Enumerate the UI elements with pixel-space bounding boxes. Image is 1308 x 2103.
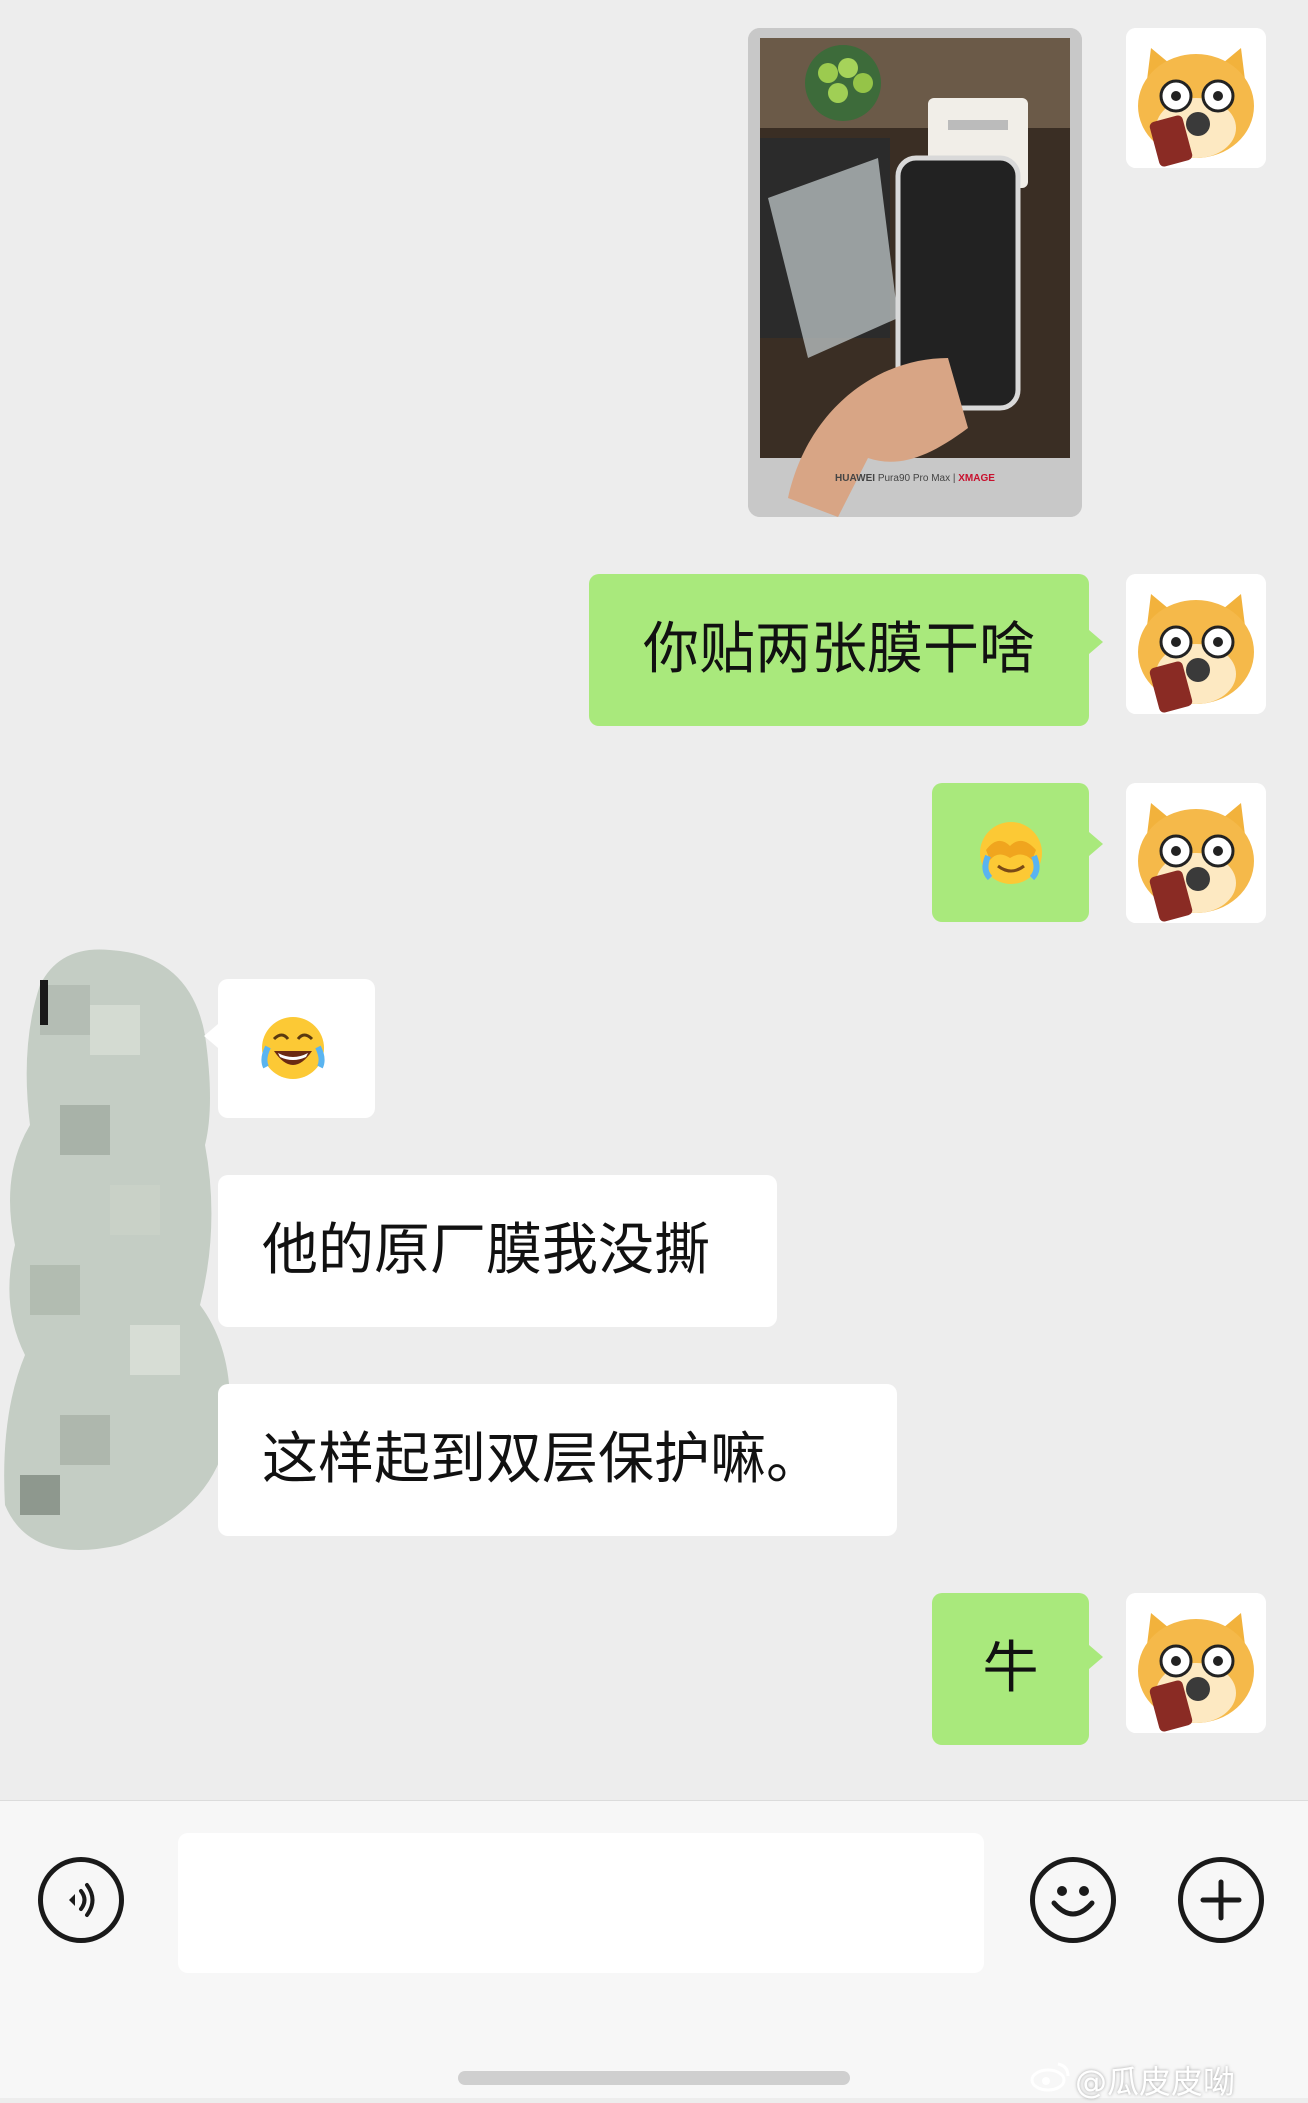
my-avatar[interactable] xyxy=(1126,28,1266,168)
message-input[interactable] xyxy=(178,1833,984,1973)
weibo-logo-icon xyxy=(1030,2062,1070,2092)
my-text-bubble[interactable]: 你贴两张膜干啥 xyxy=(589,574,1089,726)
message-text: 这样起到双层保护嘛。 xyxy=(262,1427,822,1492)
shiba-avatar-icon xyxy=(1126,574,1266,714)
watermark: @瓜皮皮呦 xyxy=(1075,2063,1236,2101)
voice-icon xyxy=(69,1883,95,1917)
home-indicator xyxy=(458,2071,850,2085)
input-bar xyxy=(0,1800,1308,2098)
shiba-avatar-icon xyxy=(1126,783,1266,923)
caption-model: Pura90 Pro Max xyxy=(877,473,951,484)
my-emoji-bubble[interactable] xyxy=(932,783,1089,922)
plus-icon xyxy=(1200,1879,1242,1921)
face-with-tears-of-joy-icon xyxy=(261,1017,325,1079)
bubble-tail xyxy=(1089,630,1103,654)
their-text-bubble[interactable]: 他的原厂膜我没撕 xyxy=(218,1175,777,1327)
emoji-icon xyxy=(1051,1886,1095,1917)
chat-area: HUAWEI Pura90 Pro Max | XMAGE 你贴两张膜干啥 他的… xyxy=(0,0,1308,1800)
photo-caption: HUAWEI Pura90 Pro Max | XMAGE xyxy=(748,473,1082,484)
my-avatar[interactable] xyxy=(1126,574,1266,714)
my-avatar[interactable] xyxy=(1126,783,1266,923)
my-avatar[interactable] xyxy=(1126,1593,1266,1733)
caption-separator: | xyxy=(952,473,956,484)
my-text-bubble[interactable]: 牛 xyxy=(932,1593,1089,1745)
shiba-avatar-icon xyxy=(1126,28,1266,168)
plus-button[interactable] xyxy=(1178,1857,1264,1943)
their-emoji-bubble[interactable] xyxy=(218,979,375,1118)
image-message[interactable]: HUAWEI Pura90 Pro Max | XMAGE xyxy=(748,28,1082,517)
message-text: 他的原厂膜我没撕 xyxy=(262,1218,710,1283)
photo-thumbnail xyxy=(748,28,1082,517)
message-text: 你贴两张膜干啥 xyxy=(643,617,1035,682)
bubble-tail xyxy=(1089,832,1103,856)
bubble-tail xyxy=(1089,1645,1103,1669)
crying-face-covering-eyes-icon xyxy=(980,822,1042,884)
emoji-button[interactable] xyxy=(1030,1857,1116,1943)
caption-xmage: XMAGE xyxy=(958,473,995,484)
caption-brand: HUAWEI xyxy=(835,473,876,484)
their-text-bubble[interactable]: 这样起到双层保护嘛。 xyxy=(218,1384,897,1536)
shiba-avatar-icon xyxy=(1126,1593,1266,1733)
voice-button[interactable] xyxy=(38,1857,124,1943)
message-text: 牛 xyxy=(982,1636,1039,1701)
bubble-tail xyxy=(204,1024,218,1048)
